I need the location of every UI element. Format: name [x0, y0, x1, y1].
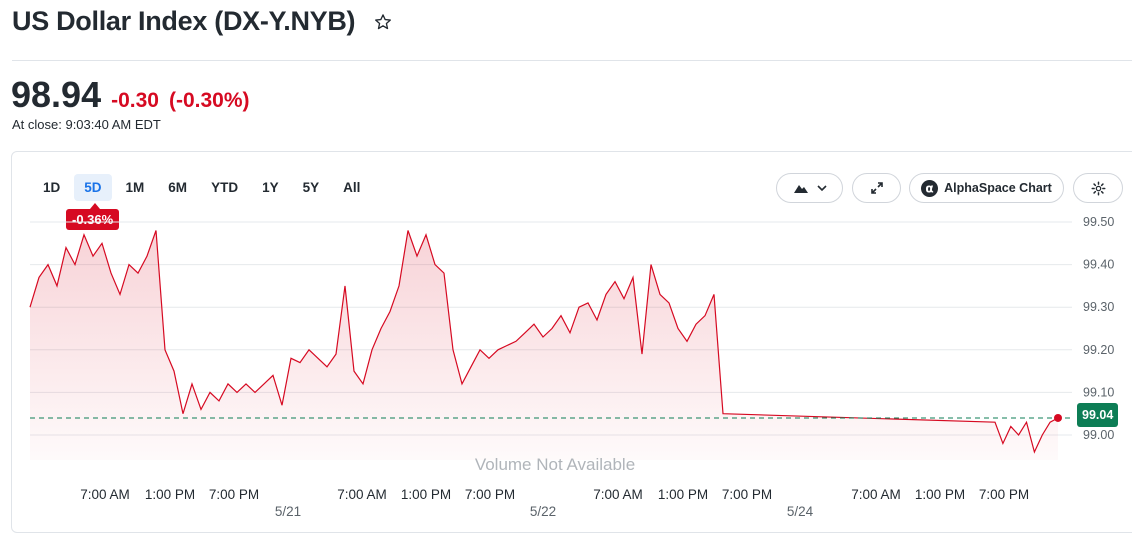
- x-tick-label: 7:00 PM: [979, 487, 1029, 502]
- last-price-badge: 99.04: [1077, 403, 1119, 427]
- x-tick-label: 1:00 PM: [658, 487, 708, 502]
- date-label: 5/22: [530, 504, 556, 519]
- y-tick-label: 99.30: [1083, 300, 1114, 314]
- last-price-dot: [1054, 413, 1062, 422]
- x-tick-label: 1:00 PM: [401, 487, 451, 502]
- y-tick-label: 99.40: [1083, 258, 1114, 272]
- y-tick-label: 99.50: [1083, 215, 1114, 229]
- x-tick-label: 7:00 PM: [465, 487, 515, 502]
- x-tick-label: 7:00 PM: [209, 487, 259, 502]
- date-label: 5/24: [787, 504, 814, 519]
- date-label: 5/21: [275, 504, 301, 519]
- x-tick-label: 7:00 AM: [80, 487, 130, 502]
- x-tick-label: 7:00 PM: [722, 487, 772, 502]
- y-tick-label: 99.20: [1083, 343, 1114, 357]
- x-tick-label: 1:00 PM: [145, 487, 195, 502]
- x-tick-label: 7:00 AM: [851, 487, 901, 502]
- volume-not-available-text: Volume Not Available: [475, 455, 635, 474]
- y-tick-label: 99.00: [1083, 428, 1114, 442]
- x-tick-label: 1:00 PM: [915, 487, 965, 502]
- x-tick-label: 7:00 AM: [337, 487, 387, 502]
- x-tick-label: 7:00 AM: [593, 487, 643, 502]
- y-tick-label: 99.10: [1083, 385, 1114, 399]
- price-chart[interactable]: 99.00 99.10 99.20 99.30 99.40 99.50 7:00 AM 1:…: [0, 0, 1132, 523]
